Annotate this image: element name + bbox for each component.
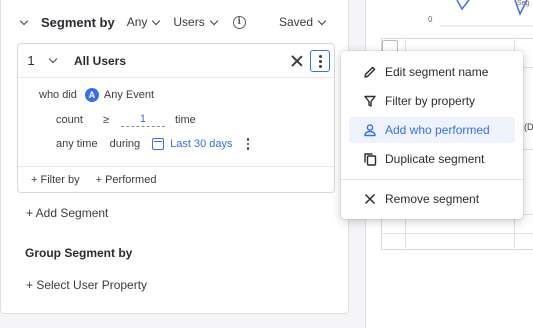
segment-card-footer: + Filter by + Performed [18, 166, 334, 192]
who-did-row: who did A Any Event [39, 88, 154, 102]
menu-item-label: Duplicate segment [385, 152, 485, 166]
close-icon [363, 192, 377, 206]
users-dropdown[interactable]: Users [173, 15, 218, 29]
time-label: time [174, 114, 196, 126]
segment-card: 1 All Users who did A Any Event count ≥ … [17, 43, 335, 193]
add-segment-button[interactable]: + Add Segment [26, 206, 108, 220]
date-row: any time during Last 30 days [56, 138, 250, 150]
select-user-property-button[interactable]: + Select User Property [26, 278, 147, 292]
chevron-down-icon [152, 16, 161, 25]
users-dropdown-label: Users [173, 15, 205, 29]
chevron-down-icon [209, 16, 218, 25]
menu-item-duplicate-segment[interactable]: Duplicate segment [349, 146, 515, 172]
remove-segment-close-icon[interactable] [290, 54, 304, 68]
segment-panel: Segment by Any Users i Saved 1 All Users… [0, 0, 349, 314]
kebab-dot [318, 54, 322, 58]
segment-collapse-chevron-icon[interactable] [46, 54, 60, 68]
segment-number: 1 [27, 53, 35, 68]
segment-by-title: Segment by [41, 14, 115, 30]
group-segment-title: Group Segment by [25, 246, 133, 260]
collapse-chevron-icon[interactable] [17, 15, 31, 29]
menu-item-add-who-performed[interactable]: Add who performed [349, 117, 515, 143]
chevron-down-icon [317, 16, 327, 25]
segment-options-menu: Edit segment name Filter by property Add… [341, 51, 523, 219]
segment-card-header: 1 All Users [18, 44, 334, 78]
event-a-icon: A [84, 88, 99, 102]
operator-selector[interactable]: ≥ [103, 114, 109, 126]
count-label: count [56, 114, 83, 126]
during-label: during [109, 138, 141, 150]
menu-item-edit-segment-name[interactable]: Edit segment name [349, 59, 515, 85]
count-input[interactable] [120, 113, 165, 127]
count-row: count ≥ time [56, 113, 196, 127]
any-dropdown-label: Any [126, 15, 148, 29]
filter-by-button[interactable]: + Filter by [31, 174, 80, 186]
pencil-icon [363, 65, 377, 79]
performed-button[interactable]: + Performed [96, 174, 157, 186]
menu-item-label: Remove segment [385, 192, 480, 206]
series-line [456, 0, 470, 11]
segment-header: Segment by Any Users i Saved [17, 9, 333, 35]
chart-corner-text: Seg [517, 0, 530, 7]
menu-separator [341, 179, 523, 180]
saved-dropdown[interactable]: Saved [278, 15, 327, 29]
menu-item-label: Edit segment name [385, 65, 489, 79]
event-selector[interactable]: A Any Event [84, 88, 155, 102]
segment-more-options-button[interactable] [310, 50, 330, 72]
menu-item-remove-segment[interactable]: Remove segment [349, 186, 515, 212]
kebab-dot [318, 64, 322, 68]
menu-item-label: Add who performed [385, 123, 490, 137]
menu-item-label: Filter by property [385, 94, 476, 108]
table-cell-text: (D [524, 122, 533, 132]
saved-dropdown-label: Saved [278, 15, 313, 29]
date-range-label: Last 30 days [170, 138, 233, 150]
info-icon[interactable]: i [232, 15, 246, 29]
any-dropdown[interactable]: Any [126, 15, 161, 29]
duplicate-icon [363, 152, 377, 166]
menu-item-filter-by-property[interactable]: Filter by property [349, 88, 515, 114]
kebab-dot [318, 59, 322, 63]
event-label: Any Event [103, 89, 155, 101]
date-range-button[interactable]: Last 30 days [152, 138, 233, 150]
calendar-icon [152, 138, 165, 150]
line-chart-fragment [440, 0, 533, 27]
y-axis-zero-label: 0 [428, 15, 433, 24]
who-did-label: who did [39, 89, 77, 101]
any-time-selector[interactable]: any time [56, 138, 98, 150]
date-more-options-icon[interactable] [246, 138, 250, 150]
filter-icon [363, 94, 377, 108]
segment-name[interactable]: All Users [74, 54, 126, 68]
person-icon [363, 123, 377, 137]
